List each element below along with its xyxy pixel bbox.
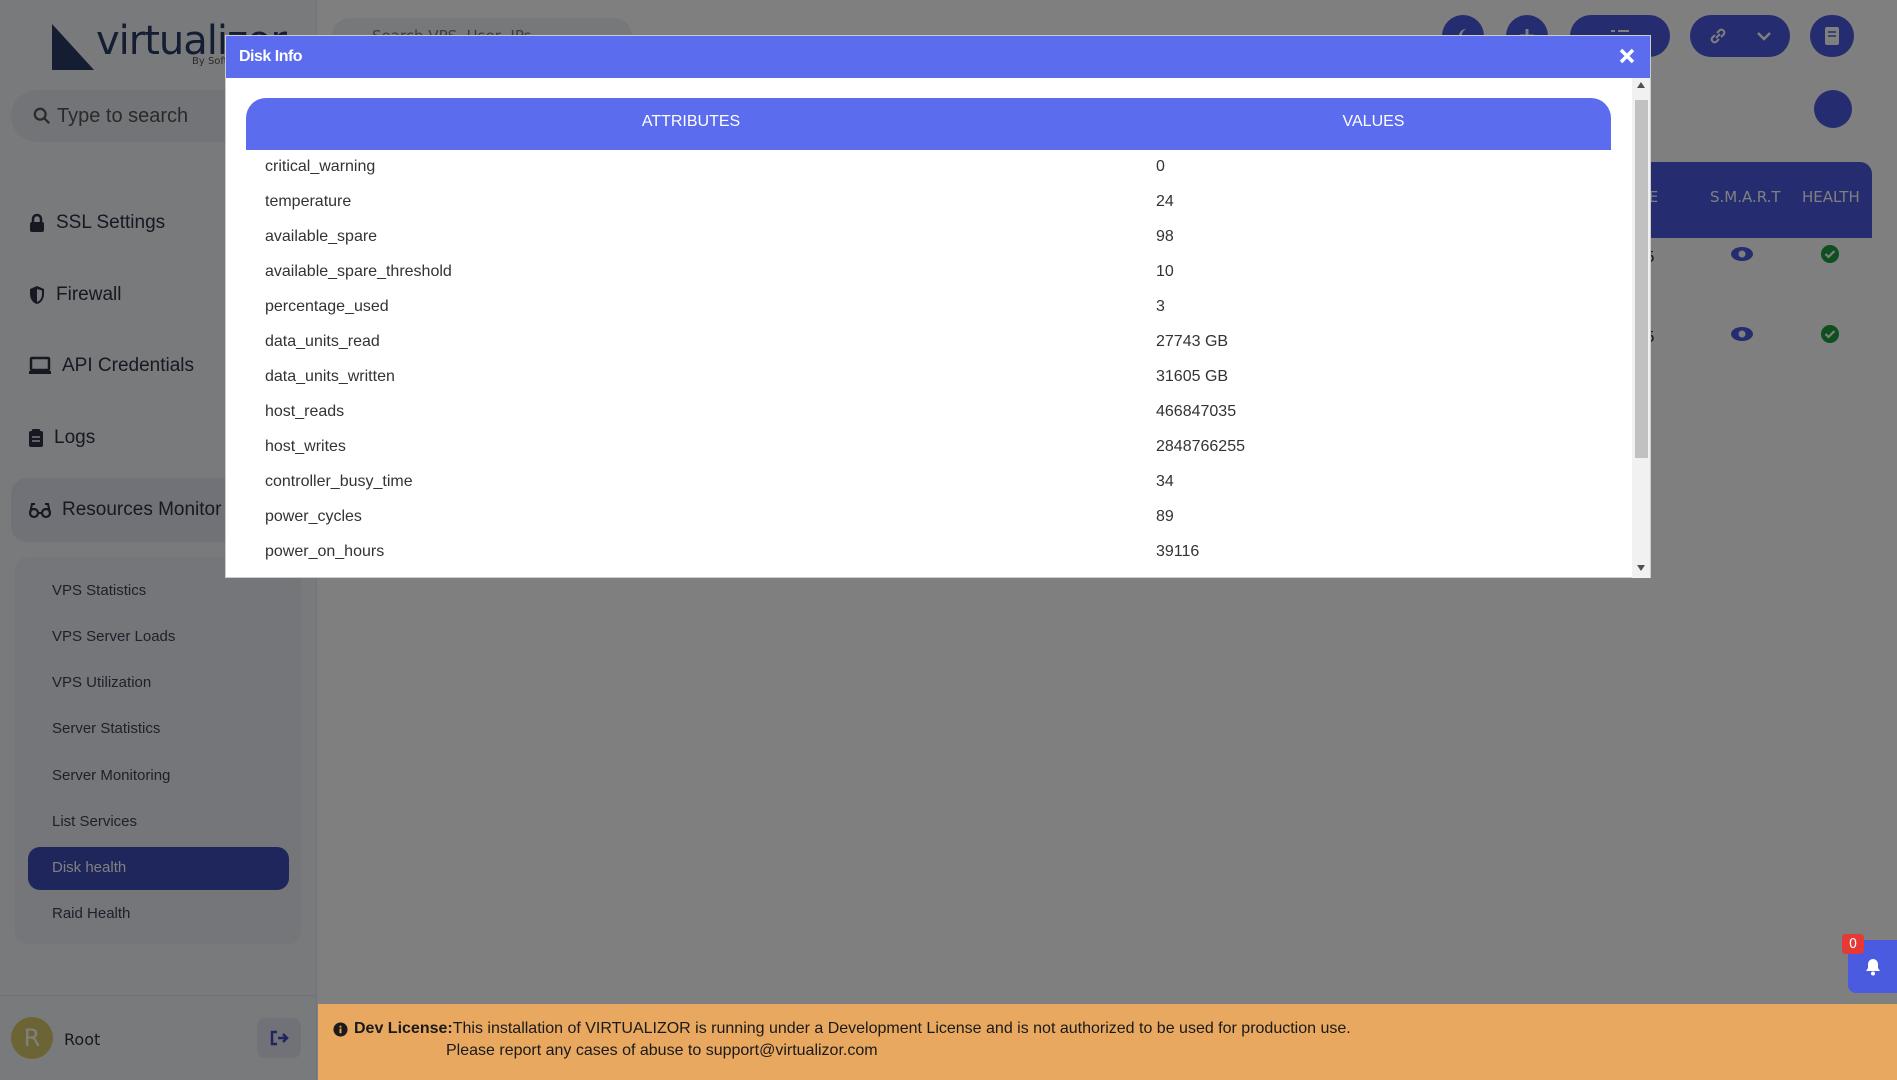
table-row: controller_busy_time 34 xyxy=(246,465,1611,500)
attribute-cell: power_on_hours xyxy=(265,543,385,560)
close-icon xyxy=(1619,48,1635,64)
table-header: ATTRIBUTES VALUES xyxy=(246,98,1611,150)
col-header-attributes: ATTRIBUTES xyxy=(641,113,741,130)
value-cell: 10 xyxy=(1156,263,1174,280)
table-row: power_on_hours 39116 xyxy=(246,535,1611,570)
value-cell: 31605 GB xyxy=(1156,368,1229,385)
table-row: critical_warning 0 xyxy=(246,150,1611,185)
scroll-down-arrow-icon[interactable] xyxy=(1637,565,1645,571)
license-label: Dev License: xyxy=(354,1020,453,1037)
table-rows: critical_warning 0 temperature 24 available_… xyxy=(246,150,1611,570)
license-line-1: This installation of VIRTUALIZOR is runn… xyxy=(452,1020,1351,1037)
attribute-cell: data_units_read xyxy=(265,333,380,350)
value-cell: 27743 GB xyxy=(1156,333,1229,350)
license-banner: Dev License: This installation of VIRTUA… xyxy=(318,1004,1897,1080)
attribute-cell: power_cycles xyxy=(265,508,362,525)
notification-count-badge: 0 xyxy=(1842,934,1864,954)
table-row: data_units_read 27743 GB xyxy=(246,325,1611,360)
attribute-cell: percentage_used xyxy=(265,298,389,315)
table-row: available_spare_threshold 10 xyxy=(246,255,1611,290)
table-row: available_spare 98 xyxy=(246,220,1611,255)
disk-info-modal: Disk Info ATTRIBUTES VALUES critical_war… xyxy=(225,35,1651,578)
attribute-cell: available_spare xyxy=(265,228,378,245)
value-cell: 3 xyxy=(1156,298,1165,315)
table-row: percentage_used 3 xyxy=(246,290,1611,325)
license-line-2: Please report any cases of abuse to supp… xyxy=(446,1042,878,1059)
table-row: host_reads 466847035 xyxy=(246,395,1611,430)
attribute-cell: data_units_written xyxy=(265,368,395,385)
value-cell: 24 xyxy=(1156,193,1174,210)
close-button[interactable] xyxy=(1616,45,1638,67)
scrollbar-thumb[interactable] xyxy=(1635,100,1648,458)
attribute-cell: temperature xyxy=(265,193,352,210)
col-header-values: VALUES xyxy=(1342,113,1405,130)
scroll-up-arrow-icon[interactable] xyxy=(1637,82,1645,88)
disk-info-table: ATTRIBUTES VALUES critical_warning 0 tempe… xyxy=(246,98,1611,570)
value-cell: 2848766255 xyxy=(1156,438,1245,455)
attribute-cell: available_spare_threshold xyxy=(265,263,452,280)
modal-title: Disk Info xyxy=(239,48,303,65)
value-cell: 89 xyxy=(1156,508,1174,525)
attribute-cell: host_writes xyxy=(265,438,346,455)
modal-header: Disk Info xyxy=(226,36,1650,78)
bell-icon xyxy=(1865,958,1880,975)
info-icon xyxy=(333,1021,348,1037)
attribute-cell: critical_warning xyxy=(265,158,376,175)
value-cell: 0 xyxy=(1156,158,1165,175)
attribute-cell: host_reads xyxy=(265,403,345,420)
table-row: temperature 24 xyxy=(246,185,1611,220)
value-cell: 34 xyxy=(1156,473,1174,490)
table-row: data_units_written 31605 GB xyxy=(246,360,1611,395)
value-cell: 39116 xyxy=(1156,543,1200,560)
modal-scrollbar[interactable] xyxy=(1632,78,1650,578)
attribute-cell: controller_busy_time xyxy=(265,473,413,490)
value-cell: 466847035 xyxy=(1156,403,1237,420)
table-row: host_writes 2848766255 xyxy=(246,430,1611,465)
value-cell: 98 xyxy=(1156,228,1174,245)
modal-body: ATTRIBUTES VALUES critical_warning 0 tempe… xyxy=(226,78,1632,578)
table-row: power_cycles 89 xyxy=(246,500,1611,535)
